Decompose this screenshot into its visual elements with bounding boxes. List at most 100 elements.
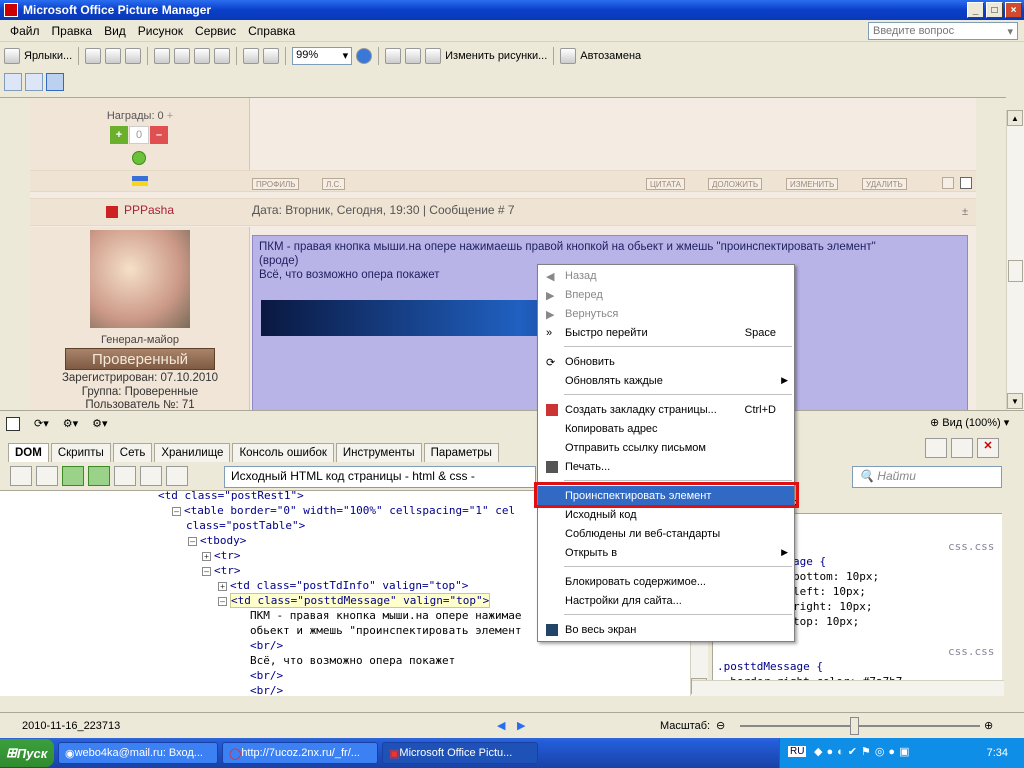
css-property[interactable]: right: 10px; [793,600,872,613]
autocorrect-button[interactable]: Автозамена [580,50,641,62]
menu-item-back[interactable]: ◀ Назад [538,266,794,285]
horizontal-scrollbar[interactable] [692,680,1004,696]
username-link[interactable]: PPPasha [124,203,174,217]
task-mail[interactable]: ◉ webo4ka@mail.ru: Вход... [58,742,218,764]
css-rule[interactable]: age { [793,555,826,568]
language-indicator[interactable]: RU [788,746,807,757]
menu-item-quick-go[interactable]: » Быстро перейти Space [538,323,794,342]
inspect-pointer-icon[interactable] [62,466,84,486]
help-icon[interactable] [356,48,373,64]
minimize-button[interactable]: _ [967,2,984,18]
collapse-node-icon[interactable]: – [188,536,197,546]
menu-edit[interactable]: Правка [46,24,99,38]
ask-question-box[interactable]: Введите вопрос ▾ [868,22,1018,40]
tab-dom[interactable]: DOM [8,443,49,462]
tools-icon[interactable] [166,466,188,486]
edit-button[interactable]: ИЗМЕНИТЬ [786,178,839,190]
menu-item-forward[interactable]: ▶ Вперед [538,285,794,304]
shortcuts-icon[interactable] [4,48,20,64]
autocorrect-icon[interactable] [560,48,577,64]
delete-post-button[interactable]: УДАЛИТЬ [862,178,907,190]
report-button[interactable]: ДОЛОЖИТЬ [708,178,763,190]
expand-node-icon[interactable]: + [202,551,211,561]
edit-pictures-button[interactable]: Изменить рисунки... [445,50,547,62]
tree-node[interactable]: – <tr> [202,564,241,579]
scroll-thumb[interactable] [1008,260,1023,282]
pin-icon[interactable] [925,438,947,458]
pm-button[interactable]: Л.С. [322,178,346,190]
settings-icon[interactable]: ⚙▾ [92,417,107,430]
scroll-up-icon[interactable]: ▲ [1007,110,1023,126]
menu-item-refresh-every[interactable]: Обновлять каждые ▶ [538,371,794,390]
save-icon[interactable] [85,48,102,64]
zoom-select[interactable]: 99% ▾ [292,47,353,65]
tree-node[interactable]: <br/> [250,669,283,684]
copy-icon[interactable] [174,48,191,64]
collapse-node-icon[interactable]: – [172,506,181,516]
zoom-out-icon[interactable]: ⊖ [716,719,725,732]
print-icon[interactable] [105,48,122,64]
tree-node-selected[interactable]: – <td class="posttdMessage" valign="top"> [218,593,491,609]
single-picture-view-icon[interactable] [46,73,64,91]
tree-node[interactable]: <td class="postRest1"> [158,491,304,504]
css-rule[interactable]: .posttdMessage { [717,660,823,673]
menu-item-bookmark[interactable]: Создать закладку страницы... Ctrl+D [538,400,794,419]
menu-picture[interactable]: Рисунок [132,24,189,38]
css-property[interactable]: bottom: 10px; [793,570,879,583]
delete-icon[interactable] [214,48,231,64]
menu-item-site-prefs[interactable]: Настройки для сайта... [538,591,794,610]
menu-item-print[interactable]: Печать... [538,457,794,476]
tree-node[interactable]: <br/> [250,684,283,696]
zoom-slider-track[interactable] [740,725,980,727]
menu-item-fullscreen[interactable]: Во весь экран [538,620,794,639]
tree-text-node[interactable]: обьект и жмешь "проинспектировать элемен… [250,624,522,639]
network-icon[interactable]: ⚙▾ [63,417,78,430]
shortcuts-button[interactable]: Ярлыки... [24,50,72,62]
select-icon[interactable] [36,466,58,486]
zoom-slider-thumb[interactable] [850,717,859,735]
next-picture-icon[interactable]: ▶ [517,719,525,732]
menu-item-open-in[interactable]: Открыть в ▶ [538,543,794,562]
rating-plus-button[interactable]: + [110,126,128,144]
expand-node-icon[interactable]: + [218,581,227,591]
close-button[interactable]: × [1005,2,1022,18]
collapse-node-icon[interactable]: – [218,596,227,606]
dock-icon[interactable] [6,416,20,431]
tree-node[interactable]: + <tr> [202,549,241,564]
tab-network[interactable]: Сеть [112,443,153,462]
detach-icon[interactable] [951,438,973,458]
tree-node[interactable]: – <tbody> [188,534,246,549]
edit-pictures-icon[interactable] [425,48,442,64]
task-browser[interactable]: ◯ http://7ucoz.2nx.ru/_fr/... [222,742,378,764]
tab-error-console[interactable]: Консоль ошибок [232,443,334,462]
tab-storage[interactable]: Хранилище [154,443,231,462]
paste-icon[interactable] [194,48,211,64]
start-button[interactable]: ⊞ Пуск [0,739,54,767]
undo-icon[interactable] [243,48,260,64]
menu-help[interactable]: Справка [242,24,301,38]
menu-view[interactable]: Вид [98,24,132,38]
source-select[interactable]: Исходный HTML код страницы - html & css … [224,466,536,488]
menu-tools[interactable]: Сервис [189,24,242,38]
frame-icon[interactable] [140,466,162,486]
export-icon[interactable] [125,48,142,64]
reload-icon[interactable]: ⟳▾ [34,417,49,430]
close-devtools-icon[interactable]: ✕ [977,438,999,458]
css-property[interactable]: left: 10px; [793,585,866,598]
redo-icon[interactable] [263,48,280,64]
cut-icon[interactable] [154,48,171,64]
rotate-left-icon[interactable] [385,48,402,64]
filmstrip-view-icon[interactable] [25,73,43,91]
previous-picture-icon[interactable]: ◀ [497,719,505,732]
tree-text-node[interactable]: Всё, что возможно опера покажет [250,654,455,669]
rating-minus-button[interactable]: – [150,126,168,144]
menu-item-return[interactable]: ▶ Вернуться [538,304,794,323]
maximize-button[interactable]: □ [986,2,1003,18]
task-picture-manager[interactable]: ▣ Microsoft Office Pictu... [382,742,538,764]
plus-icon[interactable]: + [167,110,173,122]
menu-item-send-link[interactable]: Отправить ссылку письмом [538,438,794,457]
css-file-link[interactable]: css.css [948,645,994,658]
menu-file[interactable]: Файл [4,24,46,38]
select-post-checkbox[interactable] [960,177,972,189]
tree-view-icon[interactable] [10,466,32,486]
